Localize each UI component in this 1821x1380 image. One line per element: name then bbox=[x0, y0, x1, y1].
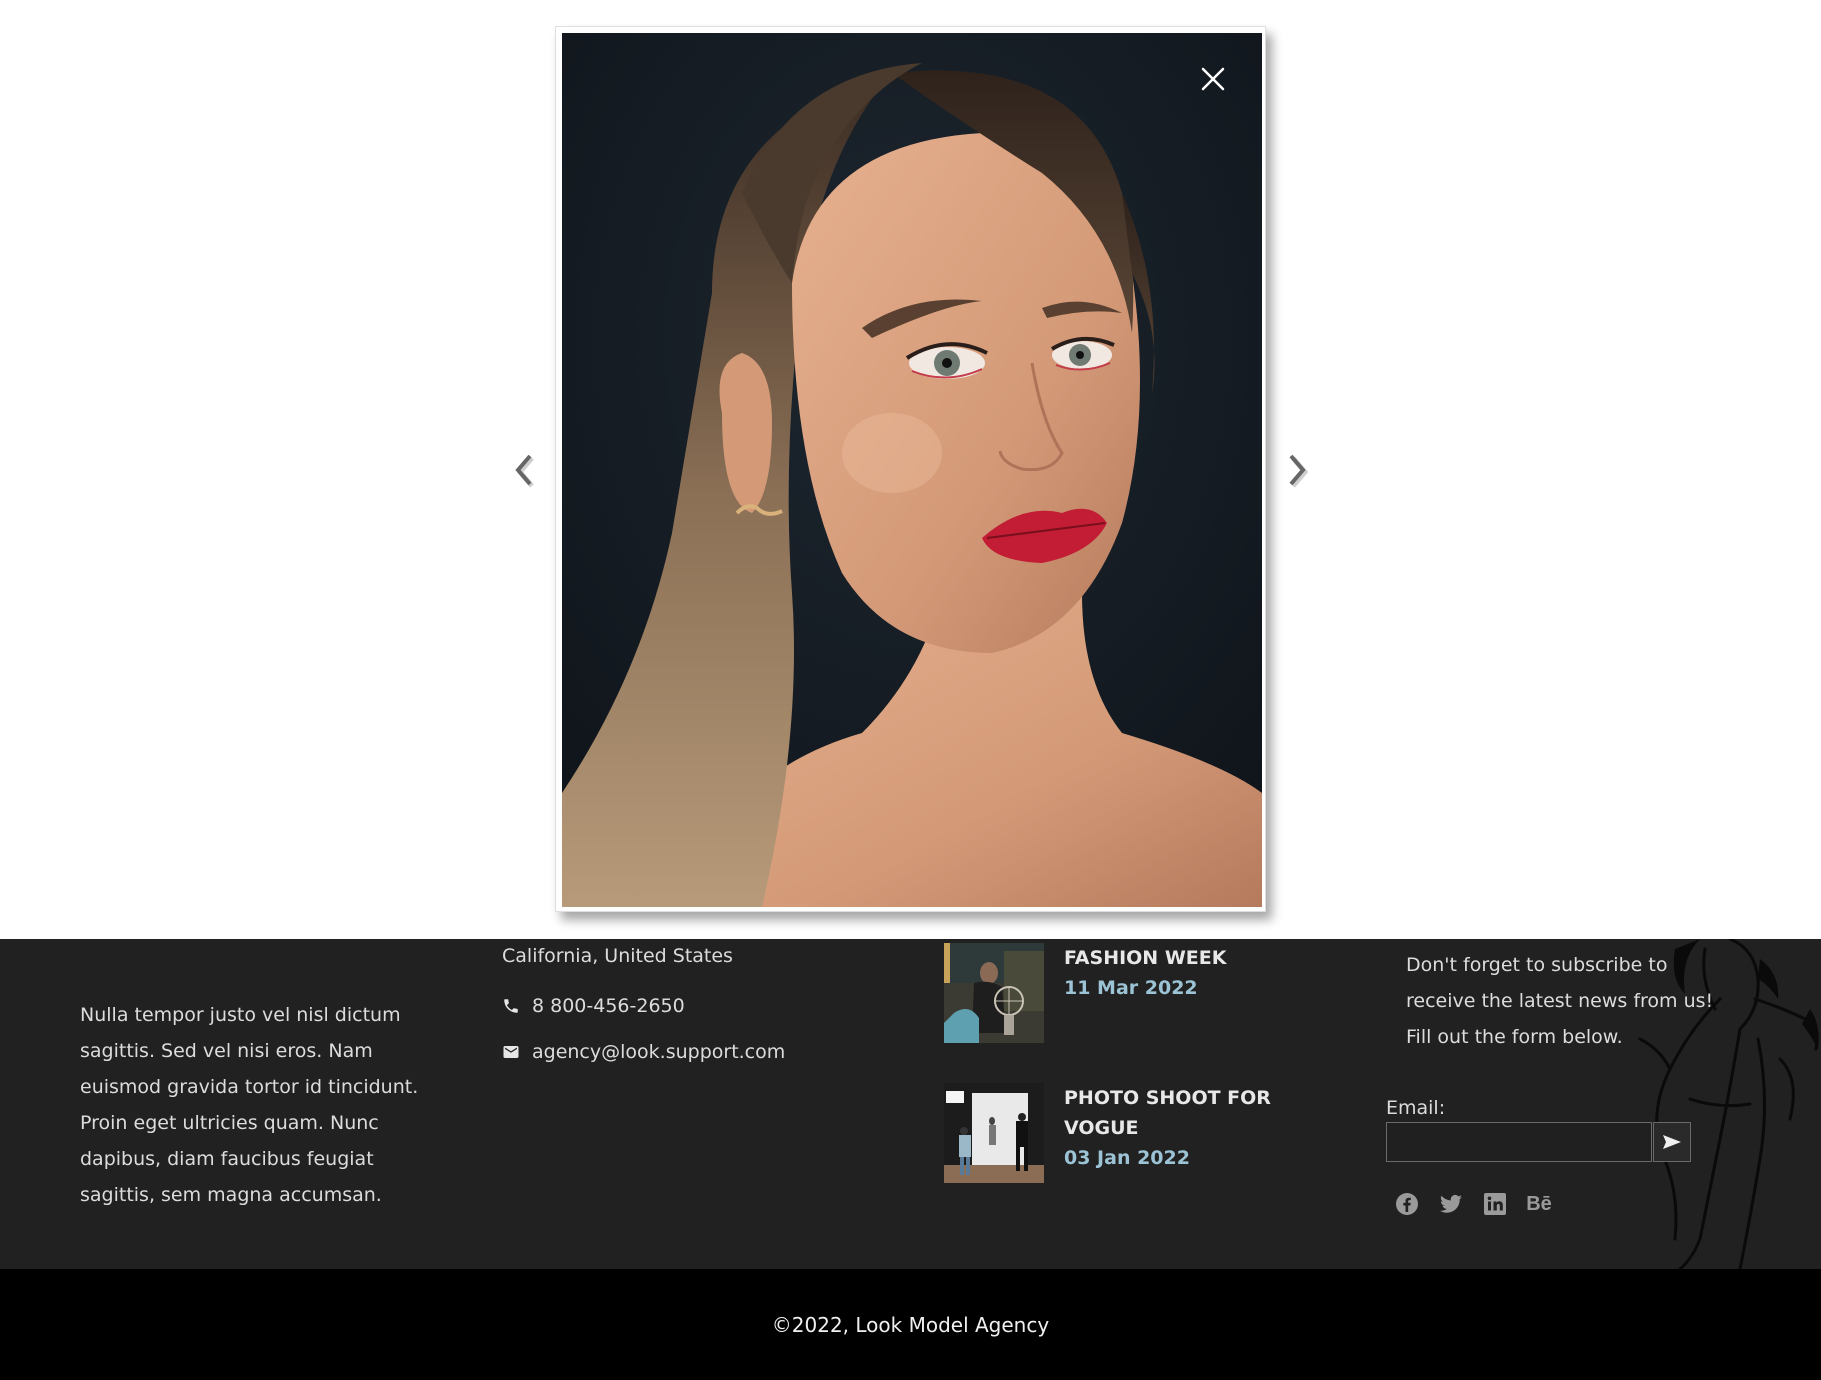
facebook-icon bbox=[1396, 1193, 1418, 1215]
news-title[interactable]: PHOTO SHOOT FOR VOGUE bbox=[1064, 1083, 1274, 1143]
footer: Nulla tempor justo vel nisl dictum sagit… bbox=[0, 939, 1821, 1269]
contact-phone[interactable]: 8 800-456-2650 bbox=[502, 995, 685, 1017]
social-links: Bē bbox=[1394, 1191, 1552, 1217]
email-input[interactable] bbox=[1386, 1122, 1652, 1162]
page: Nulla tempor justo vel nisl dictum sagit… bbox=[0, 0, 1821, 1380]
phone-icon bbox=[504, 999, 518, 1013]
news-item[interactable]: FASHION WEEK 11 Mar 2022 bbox=[944, 943, 1274, 1043]
behance-link[interactable]: Bē bbox=[1526, 1191, 1552, 1217]
facebook-link[interactable] bbox=[1394, 1191, 1420, 1217]
linkedin-icon bbox=[1484, 1193, 1506, 1215]
footer-about-text: Nulla tempor justo vel nisl dictum sagit… bbox=[80, 1004, 419, 1206]
news-date: 11 Mar 2022 bbox=[1064, 977, 1198, 999]
lightbox-close-button[interactable] bbox=[1198, 64, 1228, 94]
lightbox-frame bbox=[555, 26, 1266, 912]
copyright-text: ©2022, Look Model Agency bbox=[771, 1313, 1050, 1337]
footer-bottom-bar: ©2022, Look Model Agency bbox=[0, 1269, 1821, 1380]
mail-icon bbox=[503, 1046, 519, 1058]
linkedin-link[interactable] bbox=[1482, 1191, 1508, 1217]
behance-icon: Bē bbox=[1526, 1192, 1552, 1215]
news-thumbnail[interactable] bbox=[944, 1083, 1044, 1183]
lightbox-next-button[interactable] bbox=[1283, 450, 1313, 490]
close-icon bbox=[1201, 67, 1225, 91]
contact-address: California, United States bbox=[502, 945, 733, 967]
email-text: agency@look.support.com bbox=[532, 1041, 786, 1063]
news-date: 03 Jan 2022 bbox=[1064, 1147, 1190, 1169]
chevron-left-icon bbox=[515, 454, 534, 488]
news-item[interactable]: PHOTO SHOOT FOR VOGUE 03 Jan 2022 bbox=[944, 1083, 1274, 1183]
subscribe-text: Don't forget to subscribe to receive the… bbox=[1406, 954, 1714, 1048]
lightbox-image bbox=[562, 33, 1262, 907]
subscribe-submit-button[interactable] bbox=[1653, 1122, 1691, 1162]
twitter-icon bbox=[1440, 1194, 1462, 1213]
news-title[interactable]: FASHION WEEK bbox=[1064, 943, 1274, 973]
email-label: Email: bbox=[1386, 1097, 1446, 1119]
lightbox-prev-button[interactable] bbox=[508, 450, 538, 490]
send-icon bbox=[1663, 1135, 1681, 1149]
contact-email[interactable]: agency@look.support.com bbox=[502, 1041, 785, 1063]
news-thumbnail[interactable] bbox=[944, 943, 1044, 1043]
twitter-link[interactable] bbox=[1438, 1191, 1464, 1217]
chevron-right-icon bbox=[1289, 454, 1309, 488]
phone-text: 8 800-456-2650 bbox=[532, 995, 685, 1017]
